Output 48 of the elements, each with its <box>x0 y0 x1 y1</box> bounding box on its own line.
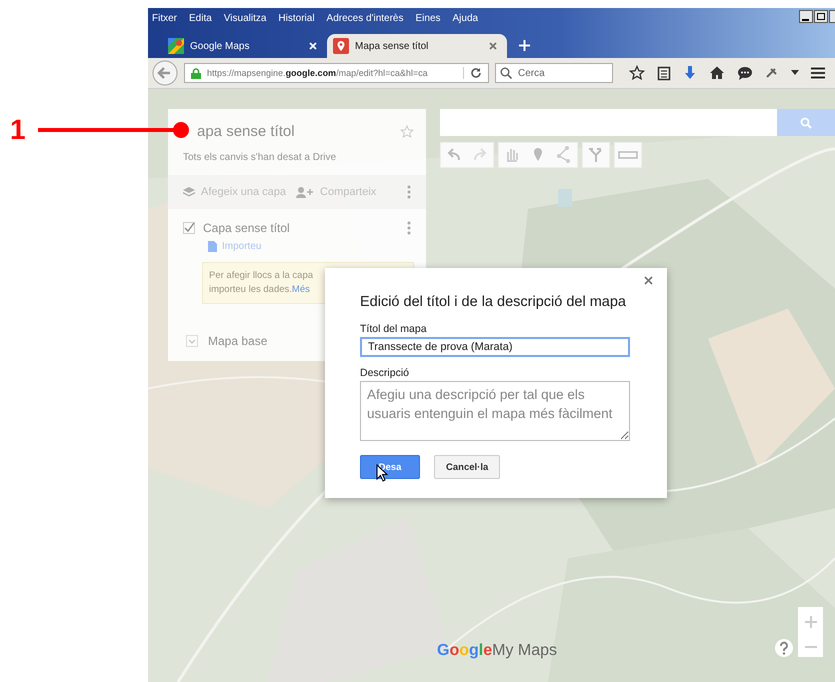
add-person-icon <box>296 186 314 198</box>
menu-item[interactable]: Edita <box>189 12 212 24</box>
new-tab-icon[interactable] <box>519 40 530 51</box>
field-label: Descripció <box>360 367 410 379</box>
search-icon <box>800 116 812 128</box>
star-icon[interactable] <box>629 65 645 81</box>
back-icon[interactable] <box>152 60 178 86</box>
menu-icon[interactable] <box>811 67 825 79</box>
menu-item[interactable]: Adreces d'interès <box>326 12 404 24</box>
chat-icon[interactable] <box>737 65 753 81</box>
extension-icon[interactable] <box>765 66 779 80</box>
menu-item[interactable]: Ajuda <box>452 12 478 24</box>
address-field[interactable]: https://mapsengine.google.com/map/edit?hl=ca&hl=ca <box>184 63 489 83</box>
minimize-icon[interactable] <box>799 10 813 23</box>
menu-item[interactable]: Visualitza <box>224 12 266 24</box>
more-icon[interactable] <box>407 185 411 199</box>
callout-number: 1 <box>10 113 26 147</box>
lock-icon <box>191 68 201 78</box>
reload-icon[interactable] <box>463 67 482 79</box>
app-logo: GoogleMy Maps <box>437 642 558 660</box>
download-icon[interactable] <box>683 65 697 81</box>
menu-item[interactable]: Eines <box>416 12 441 24</box>
title-field[interactable]: Transsecte de prova (Marata) <box>360 337 630 357</box>
layers-icon <box>183 187 195 197</box>
home-icon[interactable] <box>709 65 725 81</box>
clipboard-icon[interactable] <box>657 65 671 81</box>
close-icon[interactable] <box>644 276 653 285</box>
field-label: Títol del mapa <box>360 323 428 335</box>
map-icon <box>168 38 184 54</box>
close-tab-icon[interactable] <box>489 42 497 50</box>
menu-item[interactable]: Historial <box>278 12 315 24</box>
browser-tab[interactable]: Mapa sense títol <box>327 34 507 58</box>
cancel-button[interactable]: Cancel·la <box>434 455 500 479</box>
help-icon[interactable] <box>774 638 794 658</box>
tip-text: Per afegir llocs a la capa <box>209 269 314 283</box>
menu-item[interactable]: Fitxer <box>152 12 177 24</box>
save-status: Tots els canvis s'han desat a Drive <box>182 151 338 163</box>
tip-text: importeu les dades. <box>209 284 292 295</box>
dropdown-icon[interactable] <box>791 70 799 76</box>
map-search-field[interactable] <box>440 109 835 136</box>
pin-icon <box>333 38 349 54</box>
dialog-title: Edició del títol i de la descripció del mapa <box>360 294 627 310</box>
more-icon[interactable] <box>407 221 411 235</box>
file-icon <box>208 241 217 252</box>
search-field[interactable]: Cerca <box>495 63 613 83</box>
checkbox[interactable] <box>183 222 195 234</box>
description-field[interactable]: Afegiu una descripció per tal que els usuaris entenguin el mapa més fàcilment <box>360 381 630 441</box>
browser-tab[interactable]: Google Maps <box>162 34 327 58</box>
